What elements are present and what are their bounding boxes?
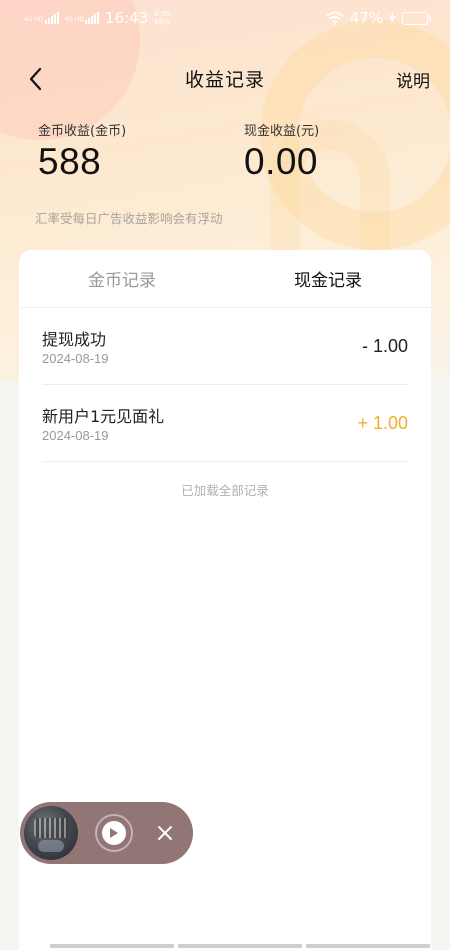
tab-coin-records[interactable]: 金币记录 [19, 266, 225, 291]
play-button-inner [102, 821, 126, 845]
sim2-tag: 4G HD [64, 16, 85, 23]
cash-earnings-value: 0.00 [244, 141, 319, 182]
net-speed-value: 0.90 [154, 10, 170, 18]
charging-icon [389, 12, 396, 24]
earnings-summary: 金币收益(金币) 588 现金收益(元) 0.00 [38, 120, 438, 190]
record-amount: - 1.00 [361, 336, 408, 356]
cash-earnings-label: 现金收益(元) [244, 124, 320, 139]
battery-icon [402, 11, 431, 25]
net-speed: 0.90 KB/s [154, 10, 170, 26]
record-tabs: 金币记录 现金记录 [19, 250, 431, 308]
floating-mini-player[interactable] [20, 802, 193, 864]
nav-bar: 收益记录 说明 [0, 56, 450, 100]
coin-earnings-value: 588 [38, 141, 102, 182]
all-loaded-text: 已加载全部记录 [181, 483, 269, 498]
play-button[interactable] [95, 814, 133, 852]
battery-percent: 47% [349, 9, 383, 27]
list-item: 提现成功 2024-08-19 - 1.00 [42, 308, 408, 385]
back-button[interactable] [22, 66, 48, 92]
status-bar: 4G HD 4G HD 16:43 0.90 KB/s 47% [0, 0, 450, 36]
coin-earnings-label: 金币收益(金币) [38, 124, 127, 139]
bottom-indicator [50, 944, 430, 950]
close-button[interactable] [154, 822, 176, 844]
record-amount: + 1.00 [357, 413, 408, 433]
net-speed-unit: KB/s [154, 18, 170, 26]
play-icon [110, 828, 118, 838]
page-title: 收益记录 [184, 68, 265, 91]
signal-icon: 4G HD [24, 12, 59, 24]
exchange-rate-notice: 汇率受每日广告收益影响会有浮动 [35, 211, 223, 226]
close-icon [158, 826, 172, 840]
record-title: 新用户1元见面礼 [42, 407, 165, 426]
chevron-left-icon [29, 67, 42, 91]
record-date: 2024-08-19 [42, 351, 109, 366]
tab-cash-records[interactable]: 现金记录 [225, 266, 431, 291]
record-date: 2024-08-19 [42, 428, 109, 443]
help-link[interactable]: 说明 [396, 67, 430, 92]
sim1-tag: 4G HD [24, 16, 44, 23]
mini-player-thumbnail[interactable] [24, 806, 78, 860]
wifi-icon [326, 11, 344, 25]
coin-earnings: 金币收益(金币) 588 [38, 120, 126, 183]
clock: 16:43 [105, 9, 149, 27]
cash-earnings: 现金收益(元) 0.00 [244, 120, 319, 183]
signal-icon: 4G HD [65, 12, 100, 24]
list-item: 新用户1元见面礼 2024-08-19 + 1.00 [42, 385, 408, 462]
record-title: 提现成功 [42, 330, 107, 349]
